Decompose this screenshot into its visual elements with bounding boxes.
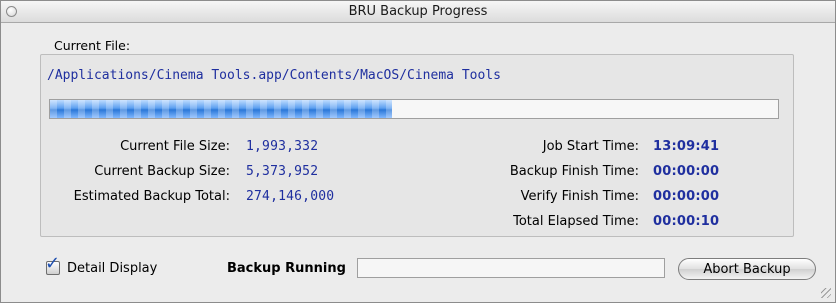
backup-finish-time-label: Backup Finish Time: [509,164,639,179]
backup-status-text: Backup Running [227,261,346,276]
backup-finish-time-value: 00:00:00 [653,164,720,179]
checkmark-icon: ✓ [45,253,61,274]
current-backup-size-value: 5,373,952 [246,164,319,179]
title-bar[interactable]: BRU Backup Progress [1,1,835,23]
current-file-progress-fill [50,100,393,118]
total-elapsed-time-value: 00:00:10 [653,214,720,229]
overall-progress-bar [357,258,665,278]
verify-finish-time-value: 00:00:00 [653,189,720,204]
backup-progress-window: BRU Backup Progress Current File: /Appli… [0,0,836,303]
window-title: BRU Backup Progress [348,4,488,19]
current-file-label: Current File: [54,38,131,53]
current-file-size-value: 1,993,332 [246,139,319,154]
abort-backup-button[interactable]: Abort Backup [678,258,816,280]
job-start-time-label: Job Start Time: [542,139,639,154]
job-start-time-value: 13:09:41 [653,139,720,154]
current-backup-size-label: Current Backup Size: [94,164,230,179]
current-file-path: /Applications/Cinema Tools.app/Contents/… [47,68,501,83]
estimated-backup-total-label: Estimated Backup Total: [73,189,230,204]
current-file-progress-bar [49,99,779,119]
total-elapsed-time-label: Total Elapsed Time: [513,214,639,229]
current-file-size-label: Current File Size: [120,139,230,154]
detail-display-label[interactable]: Detail Display [67,261,157,276]
estimated-backup-total-value: 274,146,000 [246,189,335,204]
verify-finish-time-label: Verify Finish Time: [520,189,639,204]
resize-grip[interactable] [821,288,831,298]
